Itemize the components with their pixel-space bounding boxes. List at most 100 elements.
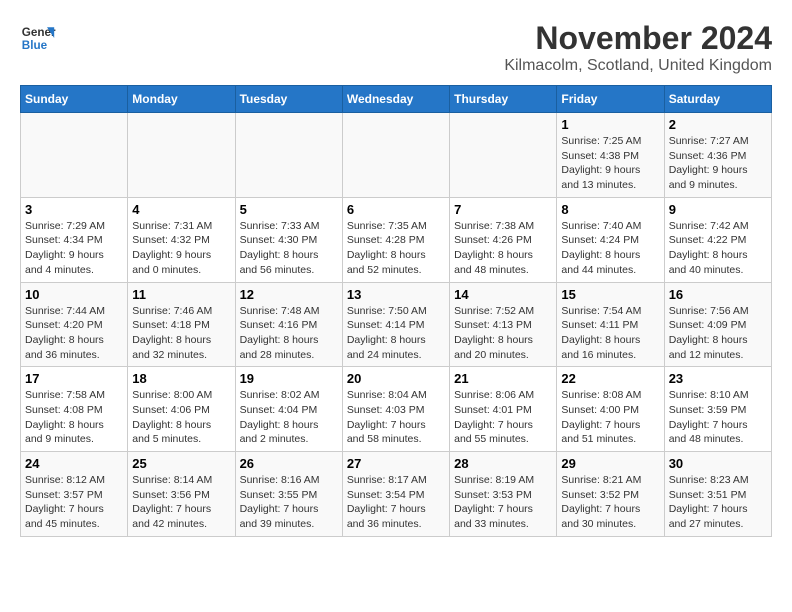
day-info: Sunrise: 7:25 AM Sunset: 4:38 PM Dayligh… xyxy=(561,134,659,193)
calendar-cell: 26 Sunrise: 8:16 AM Sunset: 3:55 PM Dayli… xyxy=(235,452,342,537)
weekday-header-sunday: Sunday xyxy=(21,86,128,113)
calendar-cell: 30 Sunrise: 8:23 AM Sunset: 3:51 PM Dayli… xyxy=(664,452,771,537)
day-number: 25 xyxy=(132,456,230,471)
weekday-header-monday: Monday xyxy=(128,86,235,113)
calendar-cell: 2 Sunrise: 7:27 AM Sunset: 4:36 PM Daylig… xyxy=(664,113,771,198)
day-number: 5 xyxy=(240,202,338,217)
day-info: Sunrise: 7:56 AM Sunset: 4:09 PM Dayligh… xyxy=(669,304,767,363)
day-info: Sunrise: 8:17 AM Sunset: 3:54 PM Dayligh… xyxy=(347,473,445,532)
calendar-cell: 28Sunrise: 8:19 AM Sunset: 3:53 PM Dayli… xyxy=(450,452,557,537)
calendar-cell: 23 Sunrise: 8:10 AM Sunset: 3:59 PM Dayli… xyxy=(664,367,771,452)
day-info: Sunrise: 8:12 AM Sunset: 3:57 PM Dayligh… xyxy=(25,473,123,532)
day-number: 10 xyxy=(25,287,123,302)
calendar-cell xyxy=(450,113,557,198)
day-number: 29 xyxy=(561,456,659,471)
day-info: Sunrise: 8:06 AM Sunset: 4:01 PM Dayligh… xyxy=(454,388,552,447)
calendar-table: SundayMondayTuesdayWednesdayThursdayFrid… xyxy=(20,85,772,537)
logo: General Blue xyxy=(20,20,56,56)
day-info: Sunrise: 7:29 AM Sunset: 4:34 PM Dayligh… xyxy=(25,219,123,278)
calendar-cell xyxy=(128,113,235,198)
weekday-header-thursday: Thursday xyxy=(450,86,557,113)
day-number: 2 xyxy=(669,117,767,132)
day-info: Sunrise: 8:02 AM Sunset: 4:04 PM Dayligh… xyxy=(240,388,338,447)
calendar-cell xyxy=(235,113,342,198)
calendar-week-3: 10 Sunrise: 7:44 AM Sunset: 4:20 PM Dayli… xyxy=(21,282,772,367)
calendar-cell: 6 Sunrise: 7:35 AM Sunset: 4:28 PM Daylig… xyxy=(342,197,449,282)
calendar-cell xyxy=(21,113,128,198)
page-header: General Blue November 2024 Kilmacolm, Sc… xyxy=(20,20,772,75)
day-info: Sunrise: 7:40 AM Sunset: 4:24 PM Dayligh… xyxy=(561,219,659,278)
calendar-cell: 4 Sunrise: 7:31 AM Sunset: 4:32 PM Daylig… xyxy=(128,197,235,282)
calendar-cell: 9 Sunrise: 7:42 AM Sunset: 4:22 PM Daylig… xyxy=(664,197,771,282)
day-info: Sunrise: 8:08 AM Sunset: 4:00 PM Dayligh… xyxy=(561,388,659,447)
calendar-cell: 17 Sunrise: 7:58 AM Sunset: 4:08 PM Dayli… xyxy=(21,367,128,452)
day-number: 9 xyxy=(669,202,767,217)
calendar-cell: 22 Sunrise: 8:08 AM Sunset: 4:00 PM Dayli… xyxy=(557,367,664,452)
day-info: Sunrise: 7:58 AM Sunset: 4:08 PM Dayligh… xyxy=(25,388,123,447)
calendar-cell: 19 Sunrise: 8:02 AM Sunset: 4:04 PM Dayli… xyxy=(235,367,342,452)
day-number: 16 xyxy=(669,287,767,302)
calendar-cell: 18 Sunrise: 8:00 AM Sunset: 4:06 PM Dayli… xyxy=(128,367,235,452)
day-number: 13 xyxy=(347,287,445,302)
day-number: 3 xyxy=(25,202,123,217)
day-number: 11 xyxy=(132,287,230,302)
day-info: Sunrise: 8:21 AM Sunset: 3:52 PM Dayligh… xyxy=(561,473,659,532)
day-number: 4 xyxy=(132,202,230,217)
day-number: 7 xyxy=(454,202,552,217)
weekday-header-saturday: Saturday xyxy=(664,86,771,113)
calendar-cell: 7 Sunrise: 7:38 AM Sunset: 4:26 PM Daylig… xyxy=(450,197,557,282)
calendar-cell: 25 Sunrise: 8:14 AM Sunset: 3:56 PM Dayli… xyxy=(128,452,235,537)
calendar-cell: 29 Sunrise: 8:21 AM Sunset: 3:52 PM Dayli… xyxy=(557,452,664,537)
day-info: Sunrise: 7:54 AM Sunset: 4:11 PM Dayligh… xyxy=(561,304,659,363)
day-info: Sunrise: 8:10 AM Sunset: 3:59 PM Dayligh… xyxy=(669,388,767,447)
day-info: Sunrise: 7:35 AM Sunset: 4:28 PM Dayligh… xyxy=(347,219,445,278)
title-area: November 2024 Kilmacolm, Scotland, Unite… xyxy=(504,20,772,75)
calendar-cell: 10 Sunrise: 7:44 AM Sunset: 4:20 PM Dayli… xyxy=(21,282,128,367)
day-number: 17 xyxy=(25,371,123,386)
calendar-cell: 21Sunrise: 8:06 AM Sunset: 4:01 PM Dayli… xyxy=(450,367,557,452)
calendar-cell: 24 Sunrise: 8:12 AM Sunset: 3:57 PM Dayli… xyxy=(21,452,128,537)
day-info: Sunrise: 7:27 AM Sunset: 4:36 PM Dayligh… xyxy=(669,134,767,193)
day-number: 14 xyxy=(454,287,552,302)
day-info: Sunrise: 7:33 AM Sunset: 4:30 PM Dayligh… xyxy=(240,219,338,278)
day-number: 24 xyxy=(25,456,123,471)
location-title: Kilmacolm, Scotland, United Kingdom xyxy=(504,57,772,75)
day-number: 23 xyxy=(669,371,767,386)
day-number: 12 xyxy=(240,287,338,302)
calendar-cell: 27Sunrise: 8:17 AM Sunset: 3:54 PM Dayli… xyxy=(342,452,449,537)
day-info: Sunrise: 8:00 AM Sunset: 4:06 PM Dayligh… xyxy=(132,388,230,447)
day-info: Sunrise: 8:14 AM Sunset: 3:56 PM Dayligh… xyxy=(132,473,230,532)
logo-icon: General Blue xyxy=(20,20,56,56)
weekday-header-tuesday: Tuesday xyxy=(235,86,342,113)
calendar-cell: 5 Sunrise: 7:33 AM Sunset: 4:30 PM Daylig… xyxy=(235,197,342,282)
calendar-cell: 14Sunrise: 7:52 AM Sunset: 4:13 PM Dayli… xyxy=(450,282,557,367)
calendar-week-2: 3 Sunrise: 7:29 AM Sunset: 4:34 PM Daylig… xyxy=(21,197,772,282)
day-info: Sunrise: 7:48 AM Sunset: 4:16 PM Dayligh… xyxy=(240,304,338,363)
calendar-cell: 11Sunrise: 7:46 AM Sunset: 4:18 PM Dayli… xyxy=(128,282,235,367)
calendar-cell: 12 Sunrise: 7:48 AM Sunset: 4:16 PM Dayli… xyxy=(235,282,342,367)
day-info: Sunrise: 8:23 AM Sunset: 3:51 PM Dayligh… xyxy=(669,473,767,532)
day-number: 22 xyxy=(561,371,659,386)
calendar-week-1: 1Sunrise: 7:25 AM Sunset: 4:38 PM Daylig… xyxy=(21,113,772,198)
calendar-cell: 20Sunrise: 8:04 AM Sunset: 4:03 PM Dayli… xyxy=(342,367,449,452)
day-number: 19 xyxy=(240,371,338,386)
weekday-header-friday: Friday xyxy=(557,86,664,113)
day-info: Sunrise: 8:16 AM Sunset: 3:55 PM Dayligh… xyxy=(240,473,338,532)
day-number: 26 xyxy=(240,456,338,471)
day-number: 15 xyxy=(561,287,659,302)
day-number: 8 xyxy=(561,202,659,217)
day-info: Sunrise: 7:31 AM Sunset: 4:32 PM Dayligh… xyxy=(132,219,230,278)
calendar-cell: 8 Sunrise: 7:40 AM Sunset: 4:24 PM Daylig… xyxy=(557,197,664,282)
calendar-cell: 16 Sunrise: 7:56 AM Sunset: 4:09 PM Dayli… xyxy=(664,282,771,367)
day-info: Sunrise: 7:38 AM Sunset: 4:26 PM Dayligh… xyxy=(454,219,552,278)
calendar-week-4: 17 Sunrise: 7:58 AM Sunset: 4:08 PM Dayli… xyxy=(21,367,772,452)
day-info: Sunrise: 7:44 AM Sunset: 4:20 PM Dayligh… xyxy=(25,304,123,363)
day-number: 6 xyxy=(347,202,445,217)
day-info: Sunrise: 7:50 AM Sunset: 4:14 PM Dayligh… xyxy=(347,304,445,363)
day-number: 30 xyxy=(669,456,767,471)
calendar-cell: 1Sunrise: 7:25 AM Sunset: 4:38 PM Daylig… xyxy=(557,113,664,198)
month-title: November 2024 xyxy=(504,20,772,57)
day-number: 18 xyxy=(132,371,230,386)
day-info: Sunrise: 7:42 AM Sunset: 4:22 PM Dayligh… xyxy=(669,219,767,278)
weekday-header-wednesday: Wednesday xyxy=(342,86,449,113)
